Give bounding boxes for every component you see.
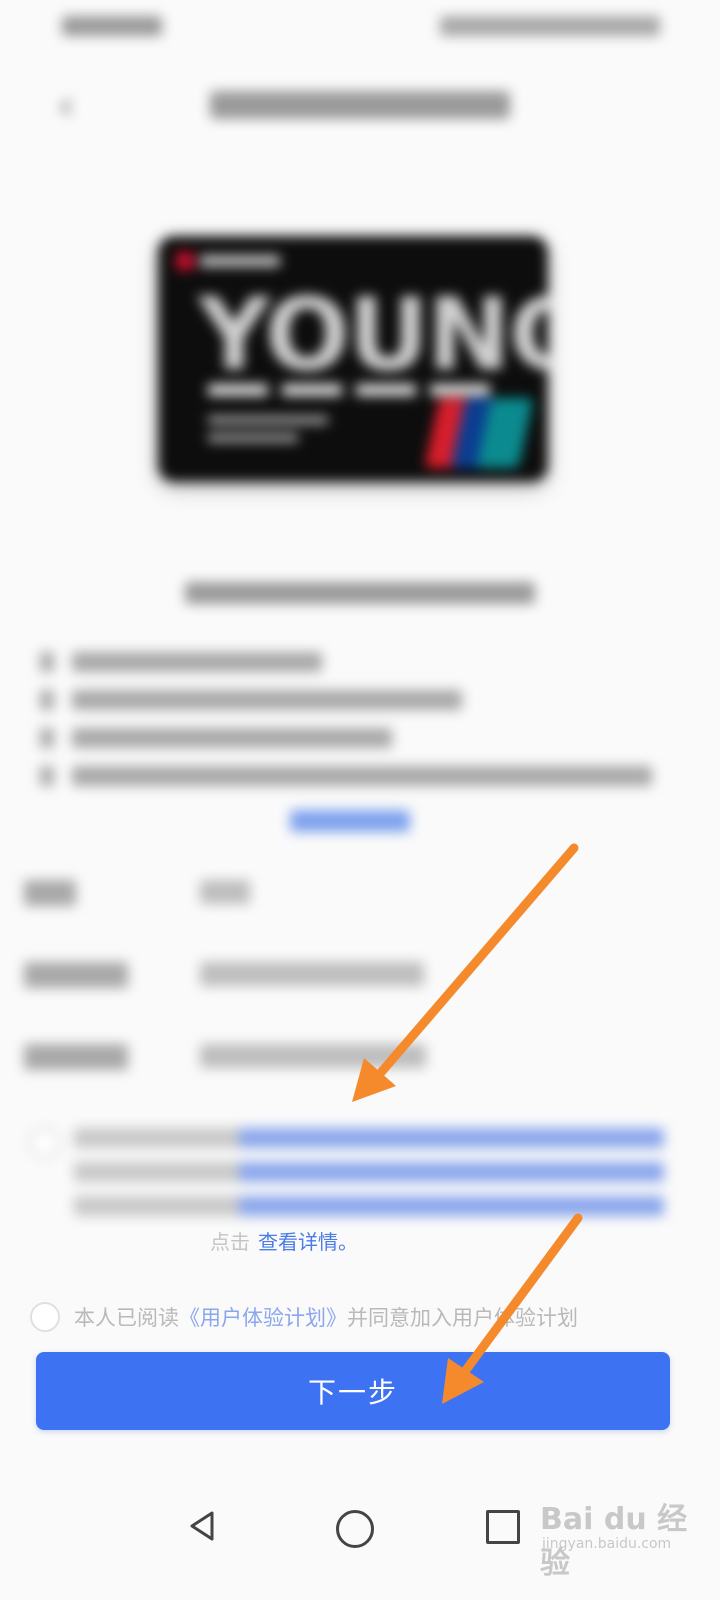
unionpay-logo <box>424 398 534 468</box>
baidu-watermark: Bai du 经验 jingyan.baidu.com <box>540 1488 700 1581</box>
field-value <box>200 962 424 986</box>
signal-indicators <box>62 16 162 36</box>
card-brand-text: YOUNG <box>198 276 548 393</box>
bank-logo <box>176 250 296 270</box>
list-item <box>40 646 680 684</box>
page-title <box>0 88 720 128</box>
battery-time-indicators <box>440 16 660 36</box>
status-bar <box>0 0 720 50</box>
ux-plan-row: 本人已阅读《用户体验计划》并同意加入用户体验计划 <box>30 1300 690 1336</box>
list-item <box>40 722 680 760</box>
ux-plan-text: 本人已阅读《用户体验计划》并同意加入用户体验计划 <box>74 1302 578 1332</box>
card-product-title <box>0 582 720 622</box>
feature-list <box>40 646 680 798</box>
agreement-text <box>74 1128 674 1248</box>
circle-home-icon[interactable] <box>336 1510 374 1548</box>
ux-plan-prefix: 本人已阅读 <box>74 1306 179 1330</box>
ux-plan-checkbox[interactable] <box>30 1302 60 1332</box>
credit-card-image: YOUNG <box>158 236 548 482</box>
ux-plan-suffix: 并同意加入用户体验计划 <box>347 1306 578 1330</box>
square-recent-icon[interactable] <box>486 1510 520 1544</box>
page-header: ‹ <box>0 70 720 140</box>
field-label <box>24 962 128 988</box>
agreement-checkbox[interactable] <box>30 1128 60 1158</box>
form-row-id-type <box>24 954 684 994</box>
card-number <box>208 381 508 396</box>
form-row-id-number <box>24 1036 684 1076</box>
list-item <box>40 684 680 722</box>
field-label <box>24 1044 128 1070</box>
card-holder-info <box>208 416 358 456</box>
field-value <box>200 880 250 904</box>
ux-plan-link[interactable]: 《用户体验计划》 <box>179 1306 347 1330</box>
show-more-link[interactable] <box>290 810 410 832</box>
list-item <box>40 760 680 798</box>
agreement-tail-prefix: 点击 <box>210 1230 250 1254</box>
field-value <box>200 1044 426 1068</box>
form-row-name <box>24 872 684 912</box>
field-label <box>24 880 76 906</box>
watermark-sub: jingyan.baidu.com <box>542 1536 672 1552</box>
view-details-link[interactable]: 查看详情。 <box>258 1226 358 1255</box>
triangle-back-icon[interactable] <box>186 1510 218 1542</box>
next-step-button[interactable]: 下一步 <box>36 1352 670 1430</box>
